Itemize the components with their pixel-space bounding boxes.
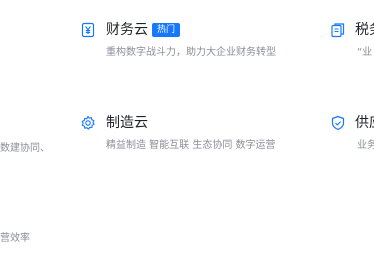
tax-description: “业 xyxy=(357,47,373,58)
finance-cloud-title: 财务云 xyxy=(106,22,148,38)
product-grid: 财务云 热门 重构数字战斗力，助力大企业财务转型 税务 “业 数建协同、 制造云… xyxy=(0,0,374,260)
shield-icon xyxy=(330,115,346,131)
gear-icon xyxy=(80,115,96,131)
left-product-description-partial-2: 营效率 xyxy=(0,233,30,244)
yen-document-icon xyxy=(80,22,96,38)
finance-cloud-description: 重构数字战斗力，助力大企业财务转型 xyxy=(106,47,276,58)
supply-description: 业务 xyxy=(357,140,374,151)
copy-document-icon xyxy=(330,22,346,38)
manufacturing-cloud-description: 精益制造 智能互联 生态协同 数字运营 xyxy=(106,140,276,151)
supply-title: 供应 xyxy=(355,115,374,131)
left-product-description-partial: 数建协同、 xyxy=(0,143,50,154)
hot-badge: 热门 xyxy=(152,23,181,37)
manufacturing-cloud-title: 制造云 xyxy=(106,115,148,131)
tax-title: 税务 xyxy=(355,22,374,38)
